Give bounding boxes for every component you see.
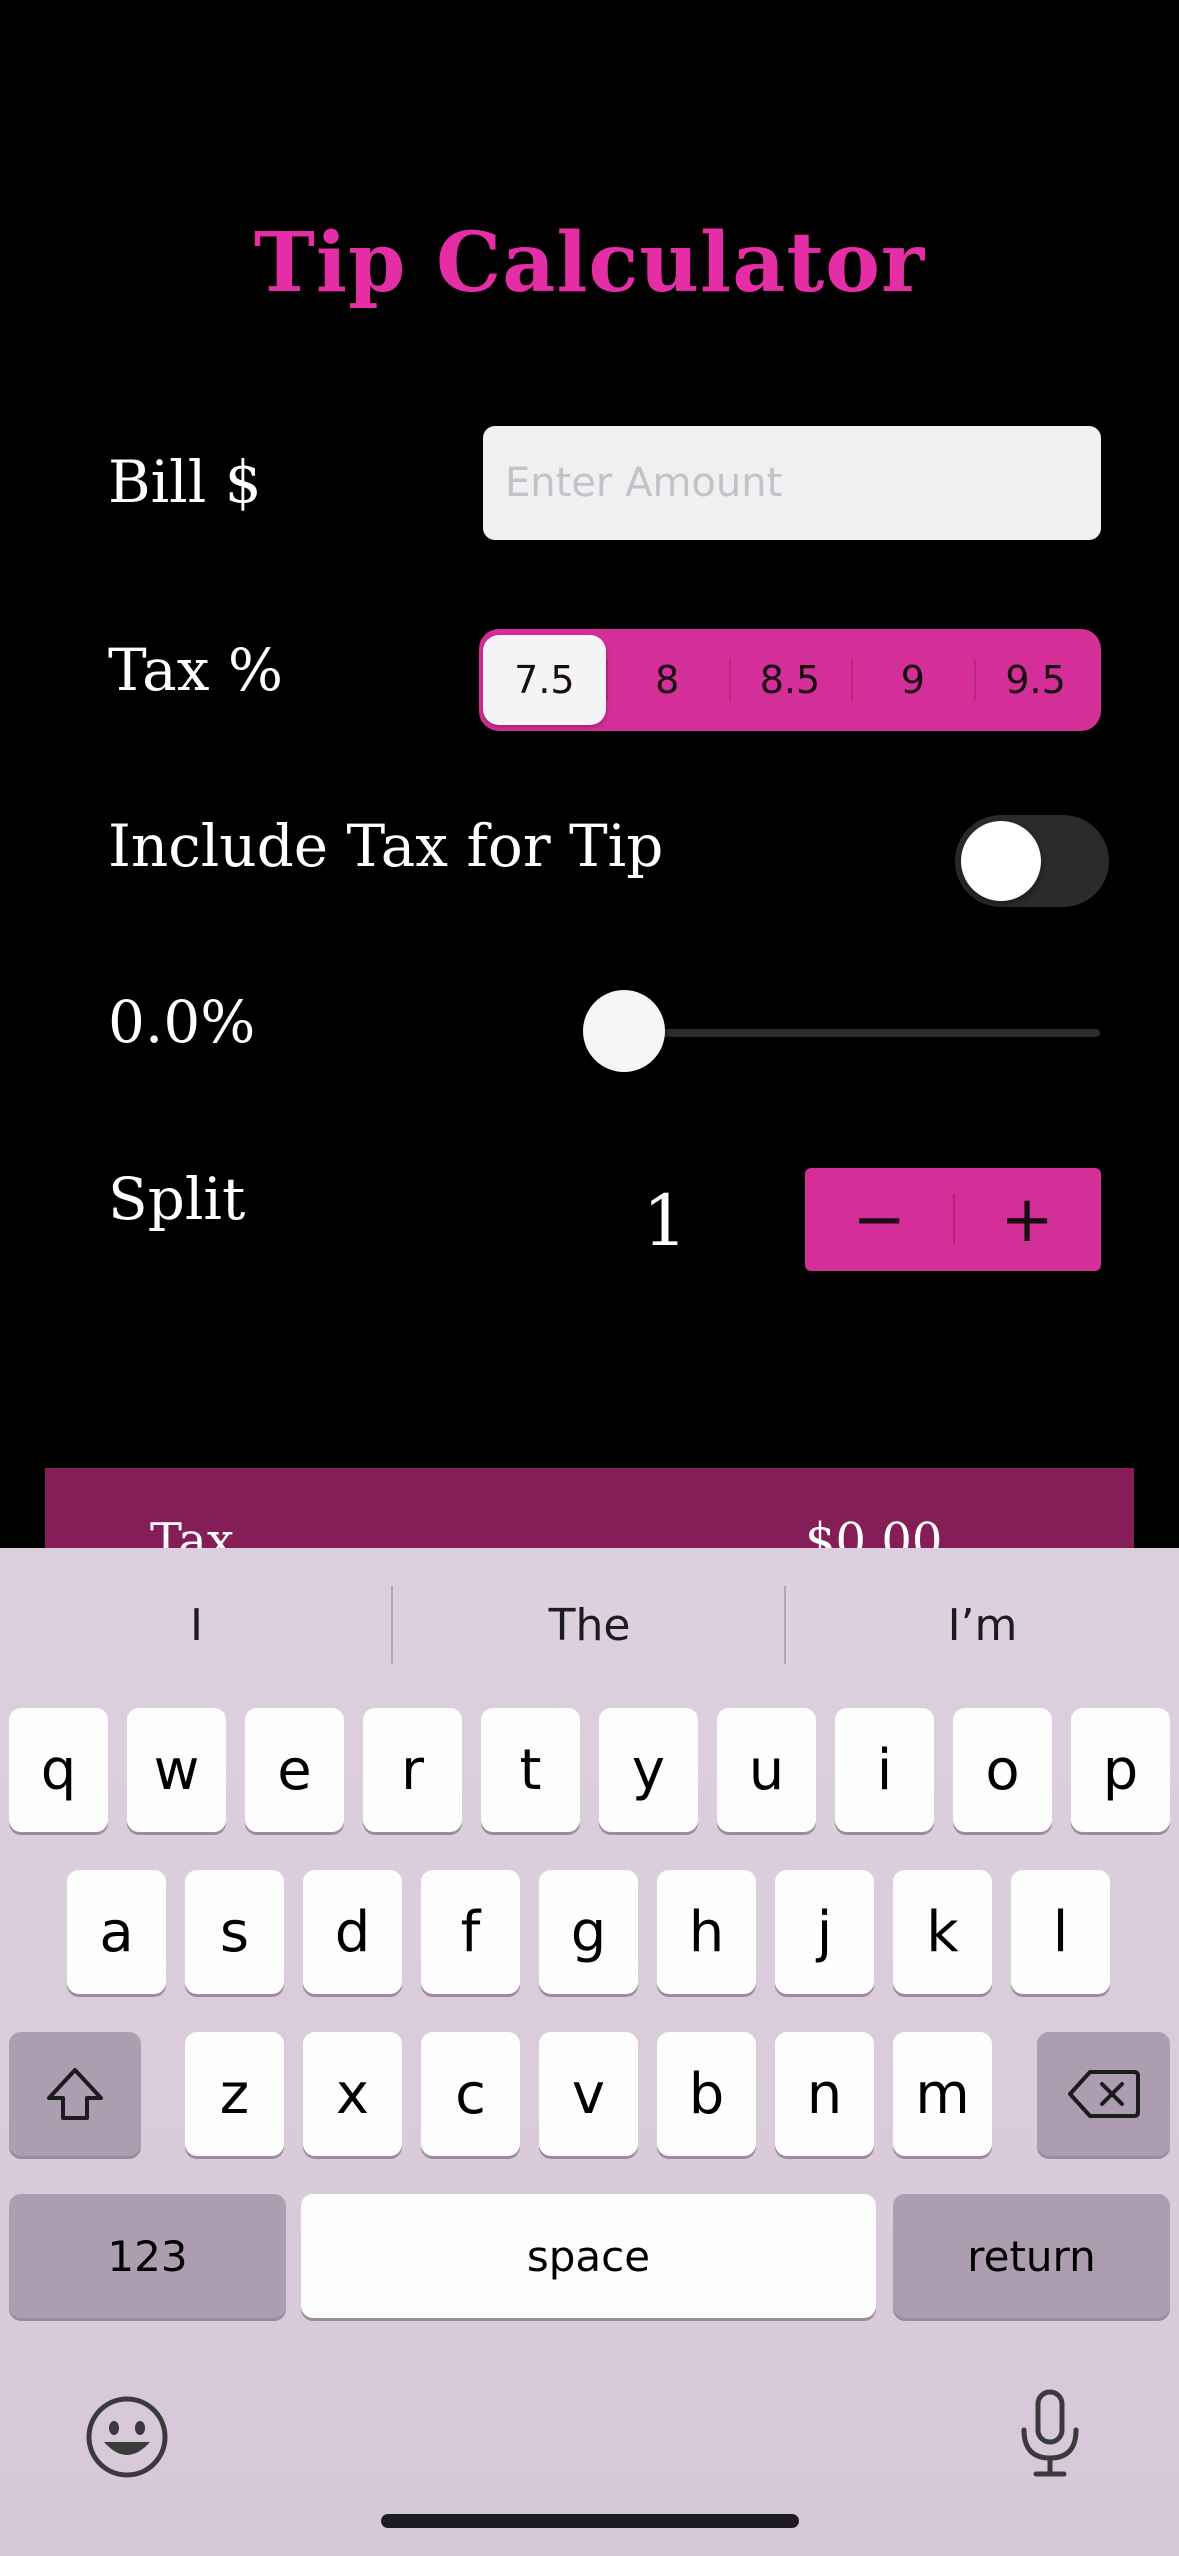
suggestion-2[interactable]: The xyxy=(393,1548,786,1703)
key-k[interactable]: k xyxy=(893,1870,992,1994)
split-decrement-button[interactable]: − xyxy=(805,1168,953,1271)
key-j[interactable]: j xyxy=(775,1870,874,1994)
tip-slider-thumb[interactable] xyxy=(583,990,665,1072)
key-r[interactable]: r xyxy=(363,1708,462,1832)
tax-label: Tax % xyxy=(108,636,284,704)
split-value: 1 xyxy=(642,1180,688,1262)
space-key[interactable]: space xyxy=(301,2194,876,2318)
key-l[interactable]: l xyxy=(1011,1870,1110,1994)
tax-option-7-5[interactable]: 7.5 xyxy=(483,635,606,725)
key-z[interactable]: z xyxy=(185,2032,284,2156)
suggestion-1[interactable]: I xyxy=(0,1548,393,1703)
key-q[interactable]: q xyxy=(9,1708,108,1832)
shift-key[interactable] xyxy=(9,2032,141,2156)
key-o[interactable]: o xyxy=(953,1708,1052,1832)
key-i[interactable]: i xyxy=(835,1708,934,1832)
bill-amount-input[interactable] xyxy=(483,426,1101,540)
microphone-icon xyxy=(1021,2389,1079,2477)
key-u[interactable]: u xyxy=(717,1708,816,1832)
key-n[interactable]: n xyxy=(775,2032,874,2156)
key-a[interactable]: a xyxy=(67,1870,166,1994)
key-c[interactable]: c xyxy=(421,2032,520,2156)
include-tax-toggle[interactable] xyxy=(955,815,1109,907)
key-y[interactable]: y xyxy=(599,1708,698,1832)
include-tax-label: Include Tax for Tip xyxy=(108,812,664,880)
tax-option-8[interactable]: 8 xyxy=(605,635,729,725)
tax-option-8-5[interactable]: 8.5 xyxy=(728,635,852,725)
split-increment-button[interactable]: + xyxy=(953,1168,1101,1271)
key-w[interactable]: w xyxy=(127,1708,226,1832)
key-x[interactable]: x xyxy=(303,2032,402,2156)
key-b[interactable]: b xyxy=(657,2032,756,2156)
key-g[interactable]: g xyxy=(539,1870,638,1994)
keyboard: I The I’m q w e r t y u i o p a s d f g … xyxy=(0,1548,1179,2556)
delete-icon xyxy=(1067,2070,1140,2118)
numbers-key[interactable]: 123 xyxy=(9,2194,286,2318)
split-stepper[interactable]: − + xyxy=(805,1168,1101,1271)
tip-percent-label: 0.0% xyxy=(108,988,256,1056)
delete-key[interactable] xyxy=(1037,2032,1170,2156)
emoji-icon xyxy=(86,2396,168,2478)
tax-option-9-5[interactable]: 9.5 xyxy=(974,635,1097,725)
tip-slider-track[interactable] xyxy=(622,1029,1100,1037)
key-d[interactable]: d xyxy=(303,1870,402,1994)
home-indicator[interactable] xyxy=(381,2514,799,2528)
split-label: Split xyxy=(108,1165,246,1233)
key-f[interactable]: f xyxy=(421,1870,520,1994)
key-h[interactable]: h xyxy=(657,1870,756,1994)
suggestion-3[interactable]: I’m xyxy=(786,1548,1179,1703)
page-title: Tip Calculator xyxy=(253,215,926,311)
key-v[interactable]: v xyxy=(539,2032,638,2156)
tax-option-9[interactable]: 9 xyxy=(851,635,974,725)
key-p[interactable]: p xyxy=(1071,1708,1170,1832)
toggle-knob xyxy=(961,821,1041,901)
return-key[interactable]: return xyxy=(893,2194,1170,2318)
key-m[interactable]: m xyxy=(893,2032,992,2156)
shift-icon xyxy=(47,2068,103,2120)
tax-segmented-control[interactable]: 7.5 8 8.5 9 9.5 xyxy=(479,629,1101,731)
bill-label: Bill $ xyxy=(108,448,262,516)
emoji-button[interactable] xyxy=(84,2394,170,2480)
key-t[interactable]: t xyxy=(481,1708,580,1832)
microphone-button[interactable] xyxy=(1014,2386,1086,2482)
key-s[interactable]: s xyxy=(185,1870,284,1994)
key-e[interactable]: e xyxy=(245,1708,344,1832)
